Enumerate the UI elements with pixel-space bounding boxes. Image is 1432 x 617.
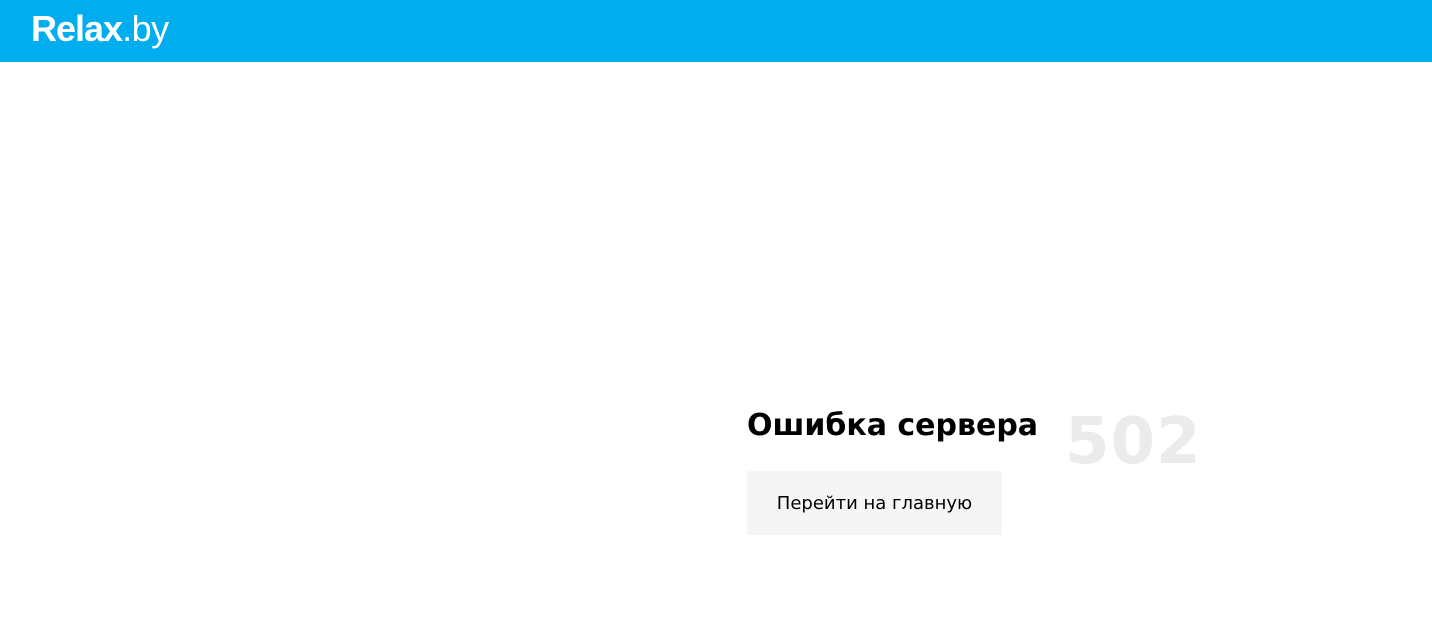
site-header: Relax .by [0, 0, 1432, 62]
error-block: Ошибка сервера 502 Перейти на главную [747, 404, 1201, 544]
error-title: Ошибка сервера [747, 408, 1039, 443]
logo-tld: .by [122, 8, 169, 49]
logo-brand: Relax [31, 8, 123, 49]
go-home-button[interactable]: Перейти на главную [747, 471, 1002, 535]
relax-logo[interactable]: Relax .by [31, 6, 169, 52]
error-code: 502 [1065, 405, 1202, 479]
